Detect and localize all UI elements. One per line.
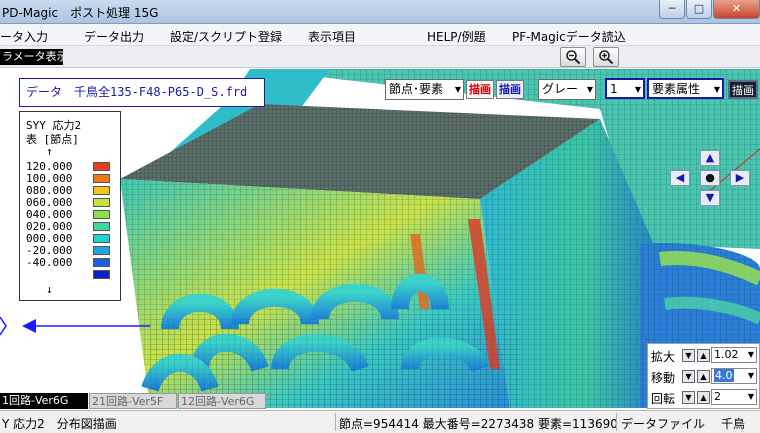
zoom-in-button[interactable] [593,47,619,67]
legend-row: 020.000 [26,220,118,233]
close-button[interactable]: ✕ [713,0,760,19]
legend-swatch [93,258,110,267]
menu-bar: ータ入力 データ出力 設定/スクリプト登録 表示項目 HELP/例題 PF-Ma… [0,24,760,46]
title-bar: PD-Magic ポスト処理 15G ─ □ ✕ [0,0,760,24]
rotate-select[interactable]: 2 ▼ [711,389,757,405]
chevron-down-icon: ▼ [634,85,641,94]
status-divider [335,413,336,431]
status-bar: Y 応力2 分布図描画 節点=954414 最大番号=2273438 要素=11… [0,410,760,433]
status-node-count: 節点=954414 最大番号=2273438 要素=113690 [339,417,618,431]
tab-21-circuit-ver5f[interactable]: 21回路-Ver5F [89,393,177,409]
legend-row: -20.000 [26,244,118,257]
legend-swatch [93,246,110,255]
legend-row: 040.000 [26,208,118,221]
draw-button-red[interactable]: 描画 [466,80,494,99]
legend-row: 120.000 [26,160,118,173]
legend-row [26,269,118,280]
legend-swatch [93,198,110,207]
color-legend: SYY 応力2 表 [節点] ↑ 120.000 100.000 080.000 06… [19,111,121,301]
chevron-down-icon: ▼ [747,371,754,380]
move-label: 移動 [651,371,676,385]
pan-up-button[interactable]: ▲ [700,150,720,166]
legend-swatch [93,186,110,195]
status-divider [616,413,617,431]
parameter-display-button[interactable]: ラメータ表示 [0,49,63,65]
status-mode: Y 応力2 分布図描画 [2,417,117,431]
rotate-down-button[interactable]: ▼ [682,391,695,404]
legend-row: 100.000 [26,172,118,185]
rotate-label: 回転 [651,392,676,406]
magnifier-minus-icon [566,50,581,65]
menu-help-examples[interactable]: HELP/例題 [427,28,486,45]
legend-arrow-up: ↑ [46,145,53,158]
tab-12-circuit-ver6g[interactable]: 12回路-Ver6G [178,393,266,409]
rotate-up-button[interactable]: ▲ [697,391,710,404]
number-select[interactable]: 1 ▼ [605,78,645,99]
legend-swatch [93,222,110,231]
color-scheme-select[interactable]: グレー ▼ [538,79,596,100]
data-file-label: データ 千鳥全135-F48-P65-D_S.frd [19,78,265,107]
minimize-button[interactable]: ─ [659,0,685,19]
move-select[interactable]: 4.0 ▼ [711,368,757,384]
window-title: PD-Magic ポスト処理 15G [2,6,159,20]
pan-left-button[interactable]: ◀ [670,170,690,186]
pan-down-button[interactable]: ▼ [700,190,720,206]
chevron-down-icon: ▼ [586,85,593,94]
toolbar: ラメータ表示 [0,46,760,68]
maximize-button[interactable]: □ [686,0,712,19]
legend-swatch [93,270,110,279]
menu-display-items[interactable]: 表示項目 [308,28,356,45]
scale-up-button[interactable]: ▲ [697,349,710,362]
tab-1-circuit-ver6g[interactable]: 1回路-Ver6G [0,393,88,409]
legend-arrow-down: ↓ [46,283,53,296]
legend-row: -40.000 [26,256,118,269]
legend-row: 000.000 [26,232,118,245]
app-window: PD-Magic ポスト処理 15G ─ □ ✕ ータ入力 データ出力 設定/ス… [0,0,760,433]
zoom-out-button[interactable] [560,47,586,67]
status-file-value: 千鳥 [721,417,746,431]
menu-data-output[interactable]: データ出力 [84,28,144,45]
chevron-down-icon: ▼ [713,85,720,94]
scale-label: 拡大 [651,350,676,364]
transform-panel: 拡大 ▼ ▲ 1.02 ▼ 移動 ▼ ▲ 4.0 ▼ 回転 ▼ ▲ 2 ▼ [647,343,760,409]
chevron-down-icon: ▼ [747,350,754,359]
load-arrow-head [22,319,36,333]
legend-swatch [93,174,110,183]
legend-value: -40.000 [26,256,73,269]
magnifier-plus-icon [599,50,614,65]
move-down-button[interactable]: ▼ [682,370,695,383]
scale-select[interactable]: 1.02 ▼ [711,347,757,363]
menu-pf-magic-import[interactable]: PF-Magicデータ読込 [512,28,626,45]
chevron-down-icon: ▼ [747,392,754,401]
legend-swatch [93,162,110,171]
move-up-button[interactable]: ▲ [697,370,710,383]
scale-down-button[interactable]: ▼ [682,349,695,362]
legend-swatch [93,210,110,219]
chevron-down-icon: ▼ [454,85,461,94]
node-element-select[interactable]: 節点･要素 ▼ [385,79,464,100]
pan-center-button[interactable]: ● [700,170,720,186]
element-attribute-select[interactable]: 要素属性 ▼ [647,78,724,99]
legend-swatch [93,234,110,243]
menu-data-input[interactable]: ータ入力 [0,28,48,45]
status-file-label: データファイル [621,417,706,431]
draw-button-blue[interactable]: 描画 [496,80,524,99]
legend-row: 080.000 [26,184,118,197]
menu-settings-script[interactable]: 設定/スクリプト登録 [170,28,282,45]
draw-button-dark[interactable]: 描画 [728,80,758,99]
legend-row: 060.000 [26,196,118,209]
pan-right-button[interactable]: ▶ [730,170,750,186]
